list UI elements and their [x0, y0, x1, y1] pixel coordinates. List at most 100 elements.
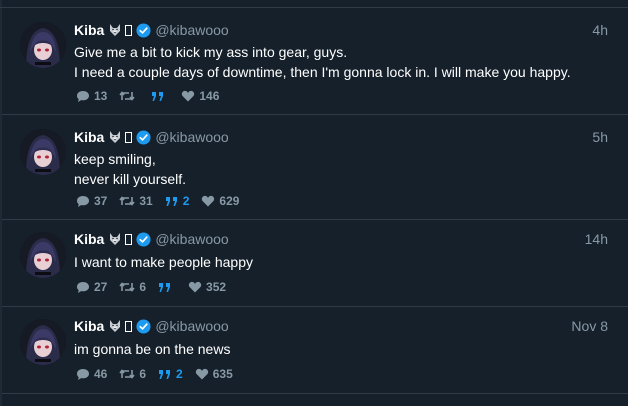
- timestamp[interactable]: Nov 8: [571, 316, 608, 336]
- avatar[interactable]: [20, 232, 66, 278]
- display-name[interactable]: Kiba: [74, 316, 104, 336]
- tweet-header: Kiba @kibawooo 4h: [74, 20, 608, 40]
- reply-count: 13: [94, 89, 108, 103]
- previous-tweet-divider: [0, 0, 628, 8]
- retweet-icon: [119, 369, 135, 379]
- reply-icon: [77, 195, 89, 207]
- wolf-emoji-icon: [108, 319, 122, 333]
- reply-button[interactable]: 13: [76, 89, 107, 103]
- avatar-image: [20, 232, 66, 278]
- heart-icon: [188, 281, 202, 293]
- avatar-image: [20, 319, 66, 365]
- retweet-button[interactable]: [119, 90, 139, 102]
- reply-icon: [77, 281, 89, 293]
- tweet-header: Kiba @kibawooo 14h: [74, 229, 608, 249]
- reply-button[interactable]: 46: [76, 367, 107, 381]
- tweet-text-line: Give me a bit to kick my ass into gear, …: [74, 44, 348, 60]
- tweet[interactable]: Kiba @kibawooo 14h I want to make people…: [2, 220, 628, 307]
- tweet-text-line: I want to make people happy: [74, 254, 254, 270]
- reply-icon: [77, 368, 89, 380]
- tweet-text: I want to make people happy: [74, 252, 608, 272]
- heart-icon: [202, 195, 215, 207]
- handle[interactable]: @kibawooo: [155, 229, 228, 249]
- heart-icon: [182, 90, 195, 102]
- quote-count: 2: [182, 194, 190, 208]
- display-name[interactable]: Kiba: [74, 20, 104, 40]
- quote-count: 2: [176, 367, 183, 381]
- retweet-icon: [119, 282, 135, 292]
- quote-icon: [152, 91, 164, 101]
- reply-icon: [77, 90, 89, 102]
- reply-count: 37: [94, 194, 108, 208]
- display-name[interactable]: Kiba: [74, 229, 104, 249]
- missing-glyph-icon: [125, 233, 133, 245]
- quote-button[interactable]: [158, 282, 176, 293]
- timestamp[interactable]: 4h: [592, 20, 608, 40]
- timestamp[interactable]: 14h: [585, 229, 608, 249]
- retweet-button[interactable]: 6: [119, 280, 146, 294]
- display-name[interactable]: Kiba: [74, 127, 104, 147]
- tweet-header: Kiba @kibawooo Nov 8: [74, 316, 608, 336]
- reply-count: 46: [94, 367, 108, 381]
- retweet-icon: [119, 196, 135, 206]
- tweet-header: Kiba @kibawooo 5h: [74, 127, 608, 147]
- missing-glyph-icon: [125, 24, 133, 36]
- like-button[interactable]: 146: [181, 89, 219, 103]
- tweet-text-line: I need a couple days of downtime, then I…: [74, 64, 571, 80]
- retweet-button[interactable]: 6: [119, 367, 146, 381]
- reply-button[interactable]: 37: [76, 194, 107, 208]
- retweet-count: 31: [139, 194, 153, 208]
- like-button[interactable]: 635: [195, 367, 233, 381]
- avatar[interactable]: [20, 22, 66, 68]
- avatar-image: [20, 22, 66, 68]
- avatar-image: [20, 129, 66, 175]
- tweet-text: Give me a bit to kick my ass into gear, …: [74, 42, 608, 82]
- like-count: 352: [206, 280, 227, 294]
- wolf-emoji-icon: [108, 130, 122, 144]
- tweet-text: im gonna be on the news: [74, 339, 608, 359]
- like-count: 146: [199, 89, 220, 103]
- like-button[interactable]: 352: [188, 280, 226, 294]
- tweet-text: keep smiling, never kill yourself.: [74, 149, 608, 189]
- quote-button[interactable]: [151, 91, 169, 102]
- action-bar: 27 6 352: [76, 279, 238, 295]
- quote-icon: [159, 369, 171, 379]
- retweet-count: 6: [139, 367, 147, 381]
- like-count: 635: [212, 367, 233, 381]
- tweet-text-line: im gonna be on the news: [74, 341, 231, 357]
- action-bar: 13 146: [76, 88, 231, 104]
- tweet[interactable]: Kiba @kibawooo 5h keep smiling, never ki…: [2, 115, 628, 220]
- avatar[interactable]: [20, 129, 66, 175]
- quote-button[interactable]: 2: [158, 367, 183, 381]
- verified-badge-icon: [136, 22, 151, 38]
- wolf-emoji-icon: [108, 23, 122, 37]
- retweet-button[interactable]: 31: [119, 194, 153, 208]
- heart-icon: [195, 368, 208, 380]
- retweet-count: 6: [139, 280, 147, 294]
- tweet[interactable]: Kiba @kibawooo Nov 8 im gonna be on the …: [2, 307, 628, 394]
- quote-icon: [165, 196, 177, 206]
- like-count: 629: [219, 194, 240, 208]
- timestamp[interactable]: 5h: [592, 127, 608, 147]
- like-button[interactable]: 629: [201, 194, 239, 208]
- tweet[interactable]: Kiba @kibawooo 4h Give me a bit to kick …: [2, 8, 628, 115]
- handle[interactable]: @kibawooo: [155, 127, 228, 147]
- missing-glyph-icon: [125, 131, 133, 143]
- action-bar: 46 6 2 635: [76, 366, 245, 382]
- reply-count: 27: [94, 280, 108, 294]
- tweet-feed: Kiba @kibawooo 4h Give me a bit to kick …: [0, 0, 628, 406]
- wolf-emoji-icon: [108, 232, 122, 246]
- retweet-icon: [119, 91, 135, 101]
- tweet-text-line: never kill yourself.: [74, 171, 187, 187]
- verified-badge-icon: [136, 129, 151, 145]
- missing-glyph-icon: [125, 320, 133, 332]
- handle[interactable]: @kibawooo: [155, 20, 228, 40]
- verified-badge-icon: [136, 231, 151, 247]
- quote-button[interactable]: 2: [165, 194, 190, 208]
- tweet-text-line: keep smiling,: [74, 151, 156, 167]
- reply-button[interactable]: 27: [76, 280, 107, 294]
- action-bar: 37 31 2 629: [76, 193, 251, 209]
- verified-badge-icon: [136, 318, 151, 334]
- handle[interactable]: @kibawooo: [155, 316, 228, 336]
- avatar[interactable]: [20, 319, 66, 365]
